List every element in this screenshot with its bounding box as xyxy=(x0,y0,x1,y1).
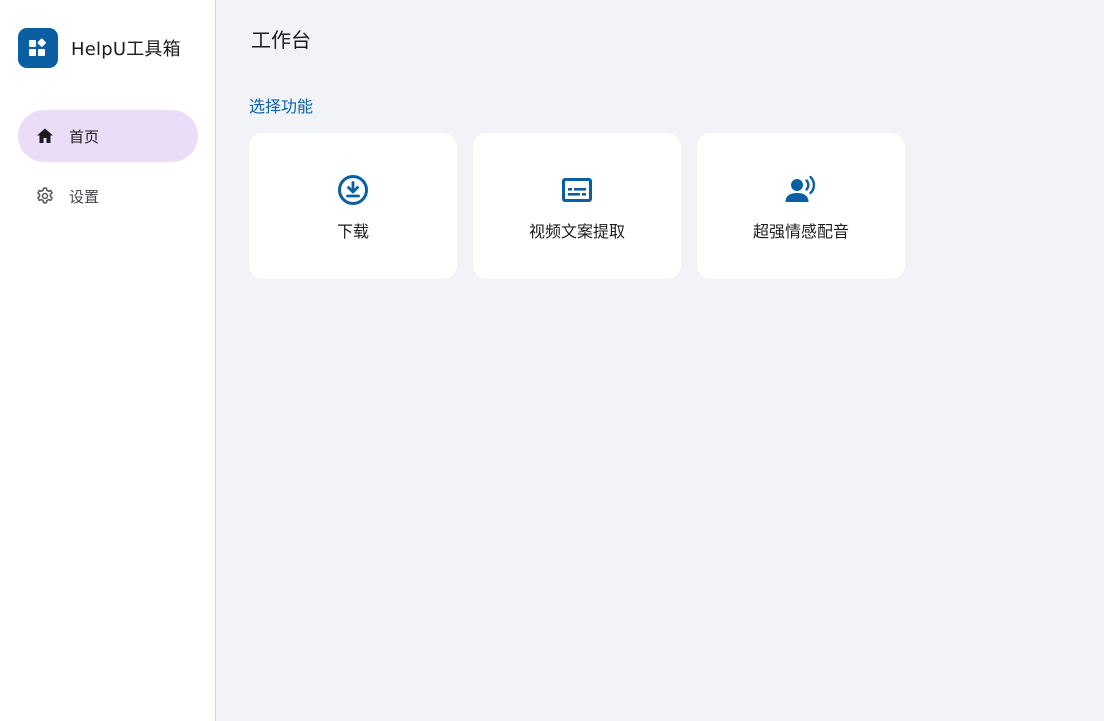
feature-card-download[interactable]: 下载 xyxy=(249,133,457,279)
sidebar-item-settings[interactable]: 设置 xyxy=(18,170,198,222)
feature-card-video-transcript[interactable]: 视频文案提取 xyxy=(473,133,681,279)
home-icon xyxy=(35,126,55,146)
page-title: 工作台 xyxy=(251,28,311,52)
app-window: HelpU工具箱 首页 设置 工作台 选择功能 下载 视频文案提取 超强情感配音 xyxy=(0,0,1104,721)
sidebar-item-label: 设置 xyxy=(69,187,100,206)
widgets-icon xyxy=(18,28,58,68)
feature-card-label: 下载 xyxy=(336,222,369,241)
brand: HelpU工具箱 xyxy=(18,28,181,68)
sidebar: HelpU工具箱 首页 设置 xyxy=(0,0,216,721)
main-content: 工作台 选择功能 下载 视频文案提取 超强情感配音 xyxy=(216,0,1104,721)
app-name: HelpU工具箱 xyxy=(71,39,181,60)
subtitles-icon xyxy=(560,173,594,207)
download-circle-icon xyxy=(336,173,370,207)
feature-card-label: 超强情感配音 xyxy=(752,222,849,241)
sidebar-item-home[interactable]: 首页 xyxy=(18,110,198,162)
gear-icon xyxy=(35,186,55,206)
section-title: 选择功能 xyxy=(249,97,314,116)
feature-card-voice-over[interactable]: 超强情感配音 xyxy=(697,133,905,279)
sidebar-item-label: 首页 xyxy=(69,127,100,146)
voice-over-icon xyxy=(784,173,818,207)
sidebar-nav: 首页 设置 xyxy=(18,110,198,230)
feature-card-label: 视频文案提取 xyxy=(528,222,625,241)
feature-cards: 下载 视频文案提取 超强情感配音 xyxy=(249,133,921,279)
